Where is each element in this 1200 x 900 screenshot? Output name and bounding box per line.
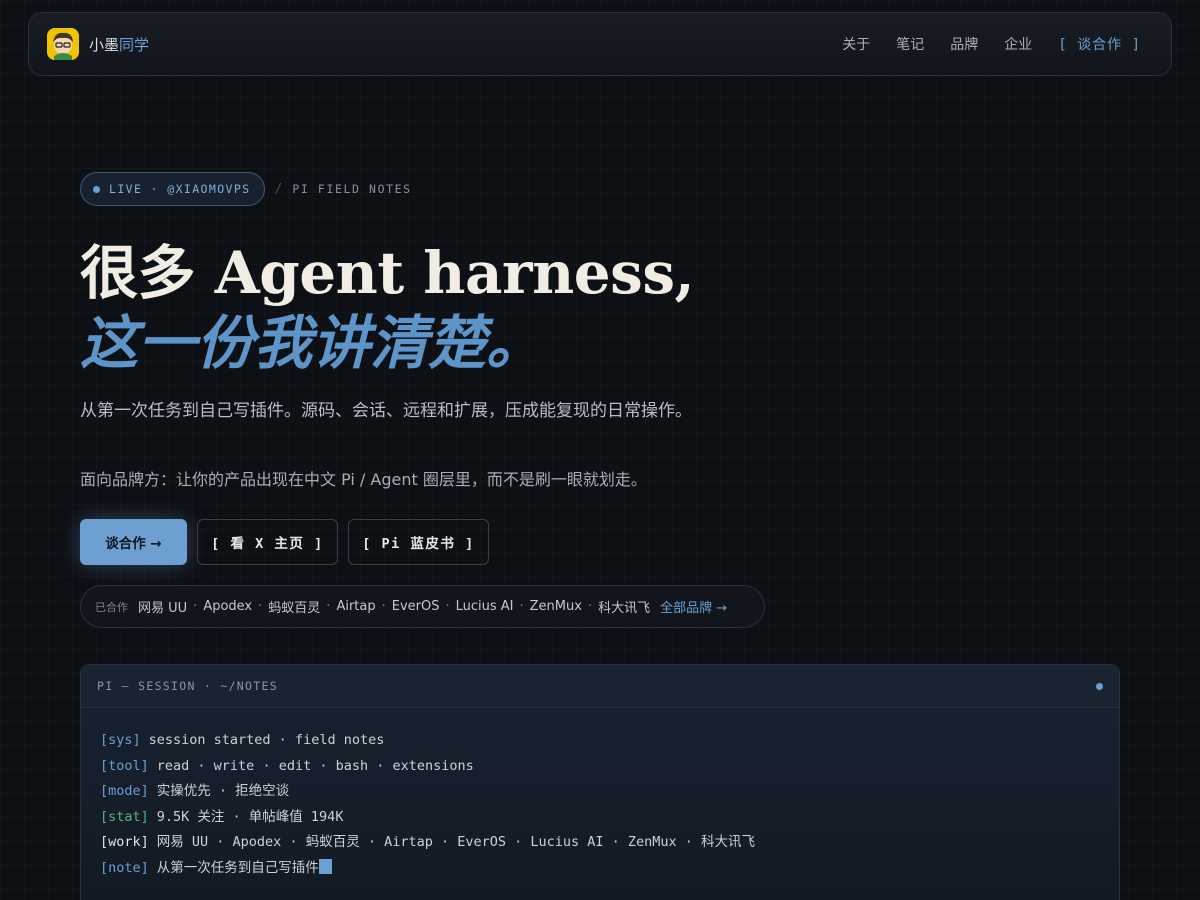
terminal-line: [tool] read · write · edit · bash · exten… (100, 754, 1100, 780)
partner-item: 蚂蚁百灵 (268, 601, 321, 616)
terminal-text: 从第一次任务到自己写插件 (156, 859, 319, 876)
terminal-line: [note] 从第一次任务到自己写插件 (100, 856, 1100, 882)
status-dot-icon (1096, 682, 1103, 690)
terminal-line: [stat] 9.5K 关注 · 单帖峰值 194K (100, 805, 1100, 831)
terminal-header: PI — SESSION · ~/NOTES (81, 665, 1119, 708)
partner-separator: · (445, 599, 450, 614)
terminal-line: [mode] 实操优先 · 拒绝空谈 (100, 779, 1100, 805)
session-terminal: PI — SESSION · ~/NOTES [sys] session star… (80, 664, 1120, 900)
hero-buttons: 谈合作 → [ 看 X 主页 ] [ Pi 蓝皮书 ] (80, 519, 489, 565)
pi-book-button[interactable]: [ Pi 蓝皮书 ] (348, 519, 489, 565)
avatar-icon[interactable] (47, 28, 79, 60)
nav-links: 关于 笔记 品牌 企业 [ 谈合作 ] (816, 34, 1153, 54)
partner-separator: · (326, 599, 331, 614)
terminal-line: [sys] session started · field notes (100, 728, 1100, 754)
partner-separator: · (519, 599, 524, 614)
partner-separator: · (258, 599, 263, 614)
all-brands-link[interactable]: 全部品牌 → (660, 597, 727, 616)
terminal-text: session started · field notes (148, 732, 385, 748)
nav-link-enterprise[interactable]: 企业 (1004, 34, 1032, 54)
terminal-title: PI — SESSION · ~/NOTES (97, 679, 278, 693)
cooperate-button[interactable]: 谈合作 → (80, 519, 187, 565)
live-pill[interactable]: LIVE · @XIAOMOVPS (80, 172, 265, 206)
brand-main: 小墨 (89, 35, 120, 54)
partner-separator: · (587, 599, 593, 614)
x-home-button[interactable]: [ 看 X 主页 ] (197, 519, 338, 565)
hero-title-line2: 这一份我讲清楚。 (80, 309, 545, 377)
hero-eyebrow: LIVE · @XIAOMOVPS / PI FIELD NOTES (80, 172, 412, 206)
nav-link-about[interactable]: 关于 (842, 34, 870, 54)
terminal-tag: [stat] (100, 808, 149, 825)
nav-cta-cooperate[interactable]: [ 谈合作 ] (1058, 34, 1141, 54)
live-dot-icon (93, 185, 100, 193)
partner-item: ZenMux (529, 599, 582, 614)
partner-item: Airtap (336, 599, 376, 614)
terminal-tag: [sys] (100, 732, 141, 748)
partners-label: 已合作 (95, 600, 128, 614)
terminal-text: 9.5K 关注 · 单帖峰值 194K (156, 808, 344, 825)
partner-item: Lucius AI (455, 599, 514, 614)
partner-item: EverOS (391, 599, 440, 614)
hero-description: 从第一次任务到自己写插件。源码、会话、远程和扩展，压成能复现的日常操作。 (80, 401, 692, 421)
live-label: LIVE · @XIAOMOVPS (109, 182, 251, 196)
top-nav: 小墨同学 关于 笔记 品牌 企业 [ 谈合作 ] (28, 12, 1172, 76)
terminal-tag: [note] (100, 859, 149, 876)
partner-separator: · (193, 599, 198, 614)
terminal-line: [work] 网易 UU · Apodex · 蚂蚁百灵 · Airtap · E… (100, 830, 1100, 856)
terminal-text: 实操优先 · 拒绝空谈 (156, 783, 290, 799)
terminal-tag: [mode] (100, 783, 149, 799)
brand-accent: 同学 (119, 35, 150, 54)
nav-link-brands[interactable]: 品牌 (950, 34, 978, 54)
partners-bar: 已合作 网易 UU · Apodex · 蚂蚁百灵 · Airtap · Eve… (80, 585, 765, 628)
partner-item: Apodex (203, 599, 253, 614)
partner-separator: · (381, 599, 386, 614)
terminal-tag: [tool] (100, 757, 149, 774)
hero-brand-note: 面向品牌方：让你的产品出现在中文 Pi / Agent 圈层里，而不是刷一眼就划… (80, 470, 647, 489)
nav-link-notes[interactable]: 笔记 (896, 34, 924, 54)
field-notes-label: PI FIELD NOTES (292, 182, 412, 196)
cursor-block-icon (318, 858, 332, 874)
terminal-body: [sys] session started · field notes [tool… (81, 708, 1119, 900)
terminal-tag: [work] (100, 834, 149, 850)
partner-item: 网易 UU (138, 601, 188, 616)
eyebrow-slash: / (274, 181, 283, 197)
terminal-text: read · write · edit · bash · extensions (156, 757, 474, 774)
partner-item: 科大讯飞 (598, 601, 651, 616)
brand-name[interactable]: 小墨同学 (89, 34, 149, 55)
terminal-text: 网易 UU · Apodex · 蚂蚁百灵 · Airtap · EverOS … (156, 834, 756, 850)
